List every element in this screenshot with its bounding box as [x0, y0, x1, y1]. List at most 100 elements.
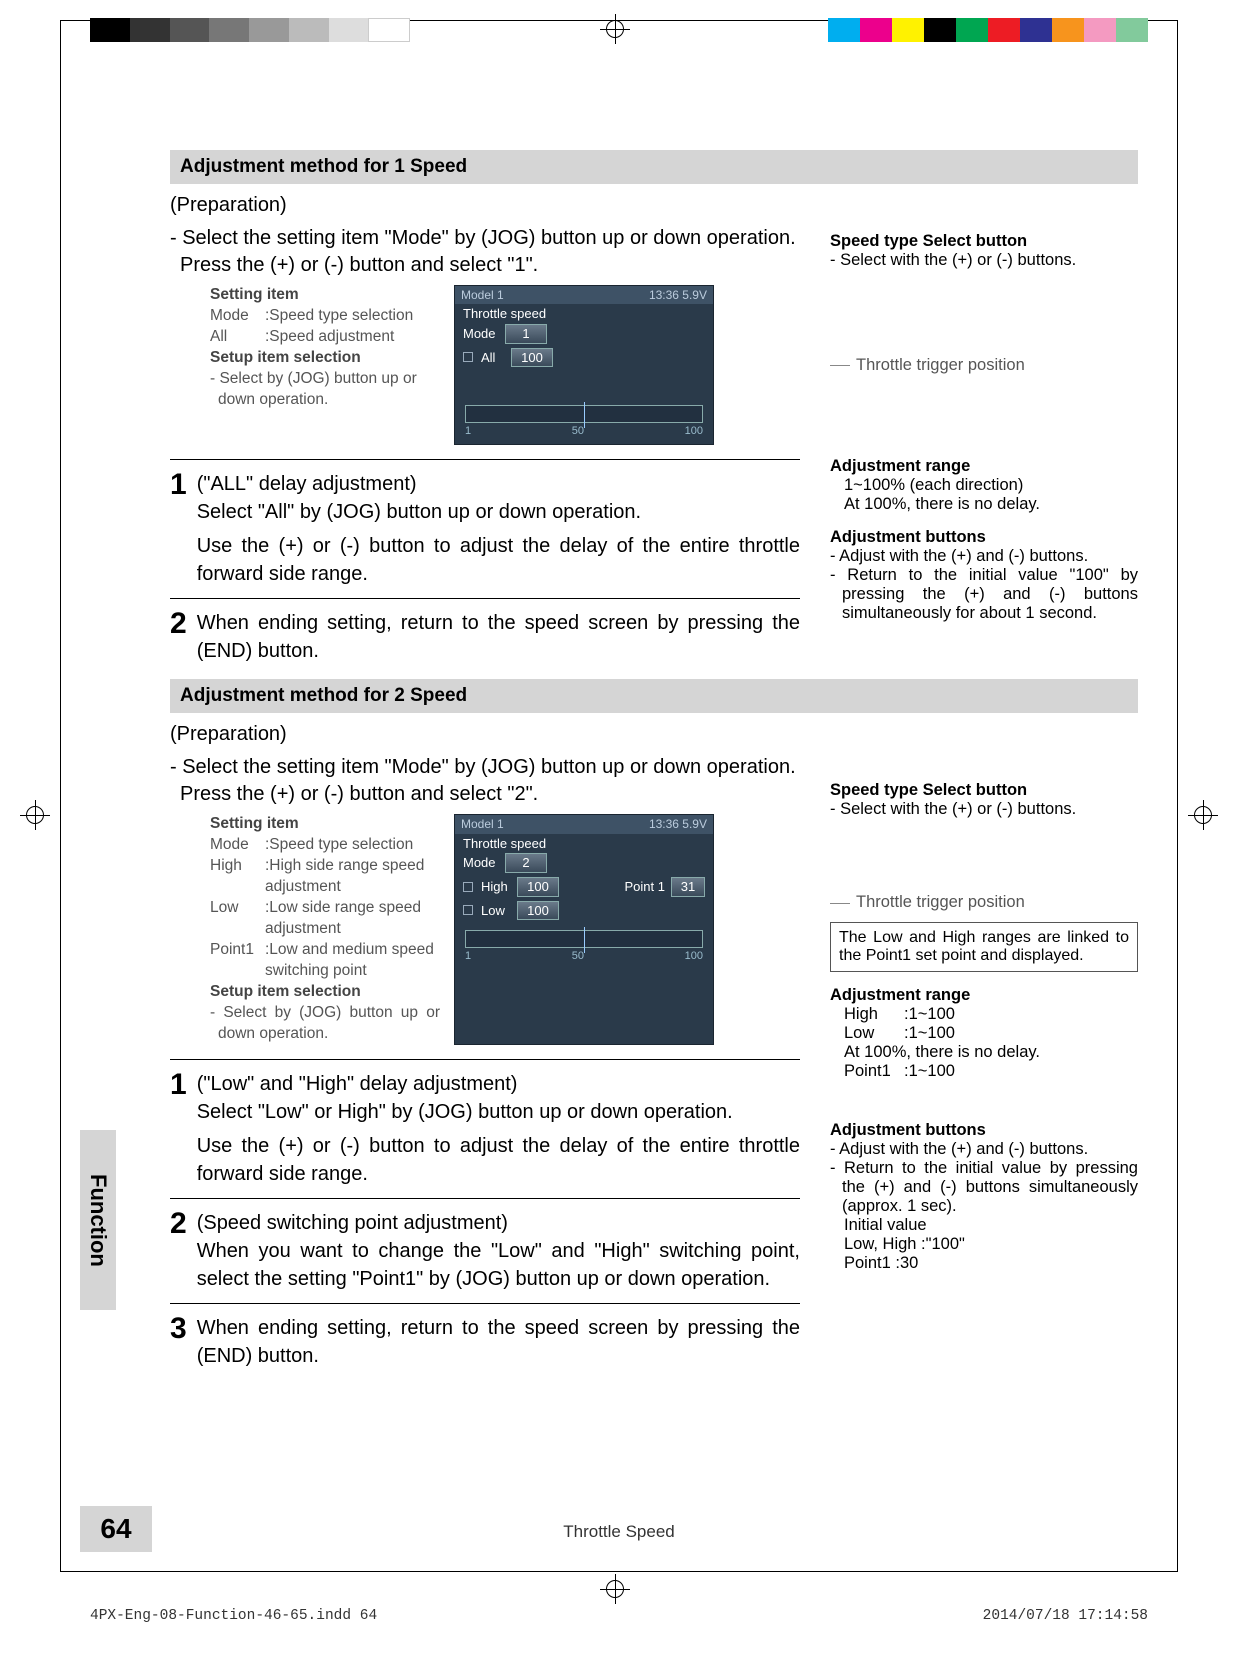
- adjustment-buttons-l2: - Return to the initial value "100" by p…: [830, 566, 1138, 623]
- setting-all-val: :Speed adjustment: [265, 327, 394, 348]
- range-high-key: High: [844, 1005, 904, 1024]
- adjustment-buttons-title: Adjustment buttons: [830, 528, 1138, 547]
- registration-mark-icon: [600, 1574, 630, 1604]
- speed-select-text: - Select with the (+) or (-) buttons.: [830, 800, 1138, 819]
- registration-mark-icon: [1188, 800, 1218, 830]
- lcd-all-value: 100: [511, 348, 553, 368]
- step-number-3: 3: [170, 1314, 187, 1370]
- adjustment-range-l1: 1~100% (each direction): [830, 476, 1138, 495]
- divider: [170, 1303, 800, 1304]
- step1-line-b: Use the (+) or (-) button to adjust the …: [197, 532, 800, 588]
- setting-high-key: High: [210, 856, 265, 898]
- scale-100: 100: [685, 950, 703, 963]
- setting-point1-key: Point1: [210, 940, 265, 982]
- setting-mode-key: Mode: [210, 835, 265, 856]
- divider: [170, 459, 800, 460]
- step1-title: ("Low" and "High" delay adjustment): [197, 1070, 800, 1098]
- registration-mark-icon: [20, 800, 50, 830]
- adjustment-buttons-l2: - Return to the initial value by pressin…: [830, 1159, 1138, 1216]
- range-low-val: :1~100: [904, 1024, 955, 1043]
- lcd-model: Model 1: [461, 817, 504, 831]
- adjustment-buttons-l1: - Adjust with the (+) and (-) buttons.: [830, 547, 1138, 566]
- step-number-1: 1: [170, 1070, 187, 1188]
- lcd-low-value: 100: [517, 901, 559, 921]
- section-1-header: Adjustment method for 1 Speed: [170, 150, 1138, 184]
- trigger-position-callout: Throttle trigger position: [856, 356, 1025, 374]
- adjustment-buttons-title: Adjustment buttons: [830, 1121, 1138, 1140]
- range-low-key: Low: [844, 1024, 904, 1043]
- imprint-timestamp: 2014/07/18 17:14:58: [983, 1608, 1148, 1624]
- setting-item-block: Setting item Mode:Speed type selection H…: [210, 814, 440, 1044]
- preparation-label: (Preparation): [170, 194, 800, 217]
- registration-mark-icon: [600, 14, 630, 44]
- setting-mode-val: :Speed type selection: [265, 835, 413, 856]
- setting-all-key: All: [210, 327, 265, 348]
- scale-1: 1: [465, 950, 471, 963]
- lcd-slider: [465, 405, 703, 423]
- scale-1: 1: [465, 425, 471, 438]
- lcd-screen-title: Throttle speed: [455, 834, 713, 852]
- step2-title: (Speed switching point adjustment): [197, 1209, 800, 1237]
- setting-item-title: Setting item: [210, 286, 299, 303]
- checkbox-icon: [463, 882, 473, 892]
- setup-item-text: - Select by (JOG) button up or down oper…: [210, 1003, 440, 1045]
- leader-line-icon: [830, 903, 850, 904]
- speed-select-text: - Select with the (+) or (-) buttons.: [830, 251, 1138, 270]
- setting-point1-val: :Low and medium speed switching point: [265, 940, 440, 982]
- checkbox-icon: [463, 905, 473, 915]
- footer-title: Throttle Speed: [0, 1522, 1238, 1542]
- step-number-2: 2: [170, 1209, 187, 1293]
- intro-text: - Select the setting item "Mode" by (JOG…: [170, 225, 800, 279]
- imprint-filename: 4PX-Eng-08-Function-46-65.indd 64: [90, 1608, 377, 1624]
- side-tab-label: Function: [85, 1174, 111, 1267]
- step2-line-a: When you want to change the "Low" and "H…: [197, 1237, 800, 1293]
- step1-title: ("ALL" delay adjustment): [197, 470, 800, 498]
- lcd-mode-label: Mode: [463, 855, 497, 871]
- setting-low-val: :Low side range speed adjustment: [265, 898, 440, 940]
- lcd-point1-label: Point 1: [625, 879, 665, 895]
- function-side-tab: Function: [80, 1130, 116, 1310]
- speed-select-title: Speed type Select button: [830, 232, 1138, 251]
- step-number-2: 2: [170, 609, 187, 665]
- setup-item-text: - Select by (JOG) button up or down oper…: [210, 369, 440, 411]
- initial-value-point1: Point1 :30: [830, 1254, 1138, 1273]
- range-point1-key: Point1: [844, 1062, 904, 1081]
- lcd-model: Model 1: [461, 288, 504, 302]
- initial-value-lowhigh: Low, High :"100": [830, 1235, 1138, 1254]
- step-number-1: 1: [170, 470, 187, 588]
- scale-50: 50: [572, 425, 584, 438]
- scale-100: 100: [685, 425, 703, 438]
- adjustment-range-title: Adjustment range: [830, 457, 1138, 476]
- lcd-high-value: 100: [517, 877, 559, 897]
- lcd-all-label: All: [481, 350, 503, 366]
- adjustment-buttons-l1: - Adjust with the (+) and (-) buttons.: [830, 1140, 1138, 1159]
- lcd-screenshot-2speed: Model 113:36 5.9V Throttle speed Mode2 H…: [454, 814, 714, 1044]
- adjustment-range-title: Adjustment range: [830, 986, 1138, 1005]
- setting-item-title: Setting item: [210, 815, 299, 832]
- lcd-high-label: High: [481, 879, 509, 895]
- step1-line-a: Select "Low" or High" by (JOG) button up…: [197, 1098, 800, 1126]
- trigger-position-callout: Throttle trigger position: [856, 893, 1025, 911]
- setting-item-block: Setting item Mode:Speed type selection A…: [210, 285, 440, 445]
- info-box: The Low and High ranges are linked to th…: [830, 922, 1138, 972]
- speed-select-title: Speed type Select button: [830, 781, 1138, 800]
- divider: [170, 598, 800, 599]
- setup-item-title: Setup item selection: [210, 983, 361, 1000]
- step1-line-b: Use the (+) or (-) button to adjust the …: [197, 1132, 800, 1188]
- setting-mode-key: Mode: [210, 306, 265, 327]
- intro-text: - Select the setting item "Mode" by (JOG…: [170, 754, 800, 808]
- lcd-time: 13:36 5.9V: [649, 288, 707, 302]
- lcd-time: 13:36 5.9V: [649, 817, 707, 831]
- lcd-low-label: Low: [481, 903, 509, 919]
- lcd-point1-value: 31: [671, 877, 705, 897]
- setting-mode-val: :Speed type selection: [265, 306, 413, 327]
- range-delay-note: At 100%, there is no delay.: [830, 1043, 1138, 1062]
- lcd-screen-title: Throttle speed: [455, 304, 713, 322]
- range-high-val: :1~100: [904, 1005, 955, 1024]
- setting-low-key: Low: [210, 898, 265, 940]
- lcd-mode-label: Mode: [463, 326, 497, 342]
- initial-value-label: Initial value: [830, 1216, 1138, 1235]
- range-point1-val: :1~100: [904, 1062, 955, 1081]
- lcd-screenshot-1speed: Model 1 13:36 5.9V Throttle speed Mode 1 A…: [454, 285, 714, 445]
- divider: [170, 1059, 800, 1060]
